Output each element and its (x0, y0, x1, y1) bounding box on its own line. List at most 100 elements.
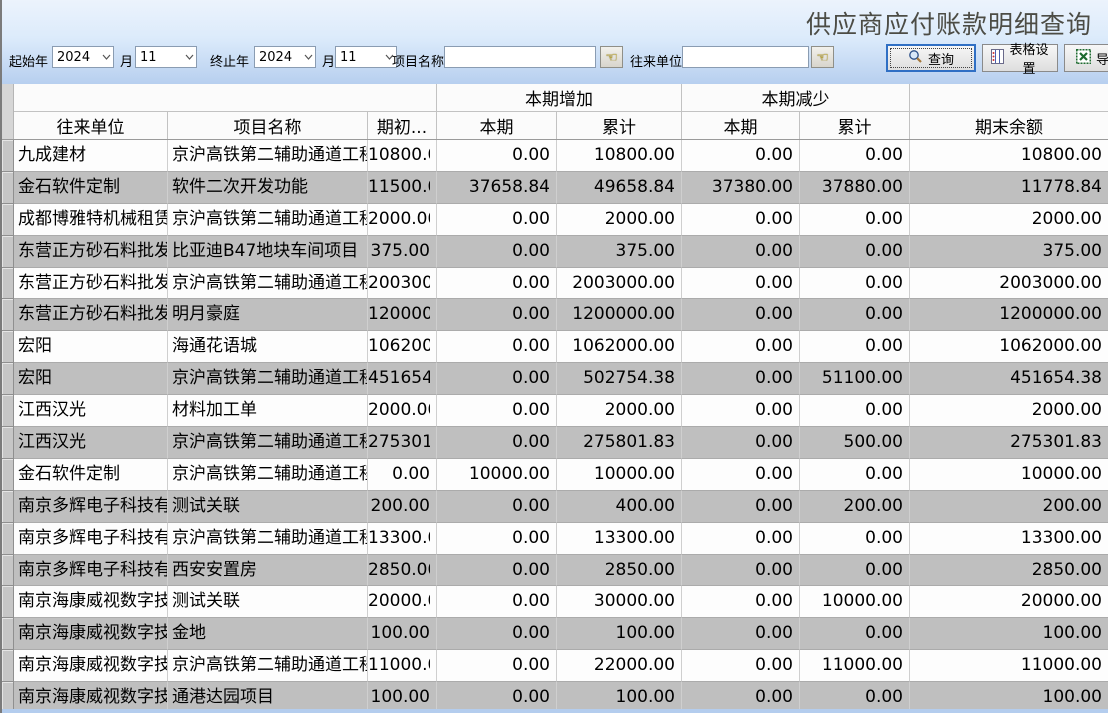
increase-period-cell: 0.00 (437, 299, 557, 331)
decrease-total-cell: 0.00 (800, 523, 910, 555)
table-row[interactable]: 南京多辉电子科技有限西安安置房2850.000.002850.000.000.0… (2, 555, 1108, 587)
increase-total-cell: 10800.00 (557, 140, 682, 172)
table-row[interactable]: 南京多辉电子科技有限测试关联200.000.00400.000.00200.00… (2, 491, 1108, 523)
row-header-cell[interactable] (2, 204, 14, 236)
vendor-cell: 宏阳 (14, 331, 168, 363)
row-header-cell[interactable] (2, 650, 14, 682)
opening-balance-cell: 2003000.00 (368, 268, 437, 300)
increase-period-cell: 0.00 (437, 427, 557, 459)
vendor-label: 往来单位 (630, 51, 682, 70)
start-month-select[interactable]: 11 (135, 46, 197, 68)
project-cell: 京沪高铁第二辅助通道工程 (168, 204, 368, 236)
table-row[interactable]: 东营正方砂石料批发明月豪庭1200000.000.001200000.000.0… (2, 299, 1108, 331)
closing-balance-cell: 451654.38 (910, 363, 1108, 395)
row-header-cell[interactable] (2, 140, 14, 172)
decrease-period-cell: 0.00 (682, 459, 800, 491)
table-row[interactable]: 南京海康威视数字技术测试关联20000.000.0030000.000.0010… (2, 586, 1108, 618)
decrease-period-cell: 0.00 (682, 523, 800, 555)
row-header-cell[interactable] (2, 395, 14, 427)
table-row[interactable]: 江西汉光京沪高铁第二辅助通道工程275301.830.00275801.830.… (2, 427, 1108, 459)
row-header-cell[interactable] (2, 299, 14, 331)
vendor-cell: 东营正方砂石料批发 (14, 268, 168, 300)
column-header-inc-total[interactable]: 累计 (557, 112, 682, 140)
table-row[interactable]: 东营正方砂石料批发比亚迪B47地块车间项目375.000.00375.000.0… (2, 236, 1108, 268)
increase-period-cell: 0.00 (437, 236, 557, 268)
increase-period-cell: 37658.84 (437, 172, 557, 204)
vendor-cell: 南京多辉电子科技有限 (14, 555, 168, 587)
row-header-cell[interactable] (2, 331, 14, 363)
table-row[interactable]: 江西汉光材料加工单2000.000.002000.000.000.002000.… (2, 395, 1108, 427)
end-year-select[interactable]: 2024 (254, 46, 316, 68)
row-header-cell[interactable] (2, 586, 14, 618)
column-header-dec-period[interactable]: 本期 (682, 112, 800, 140)
project-cell: 京沪高铁第二辅助通道工程 (168, 268, 368, 300)
project-cell: 京沪高铁第二辅助通道工程 (168, 140, 368, 172)
increase-total-cell: 1200000.00 (557, 299, 682, 331)
closing-balance-cell: 100.00 (910, 618, 1108, 650)
decrease-period-cell: 0.00 (682, 363, 800, 395)
increase-total-cell: 502754.38 (557, 363, 682, 395)
opening-balance-cell: 1062000.00 (368, 331, 437, 363)
table-row[interactable]: 金石软件定制软件二次开发功能11500.0037658.8449658.8437… (2, 172, 1108, 204)
vendor-cell: 金石软件定制 (14, 459, 168, 491)
table-row[interactable]: 宏阳京沪高铁第二辅助通道工程451654.380.00502754.380.00… (2, 363, 1108, 395)
payables-table: 本期增加 本期减少 往来单位 项目名称 期初... 本期 累计 本期 累计 期末… (2, 84, 1108, 713)
decrease-period-cell: 0.00 (682, 268, 800, 300)
start-year-select[interactable]: 2024 (52, 46, 114, 68)
header-spacer-left (14, 84, 437, 112)
decrease-total-cell: 0.00 (800, 618, 910, 650)
export-button[interactable]: 导出 (1064, 44, 1108, 72)
table-settings-button[interactable]: 表格设置 (982, 44, 1058, 72)
increase-total-cell: 49658.84 (557, 172, 682, 204)
opening-balance-cell: 10800.00 (368, 140, 437, 172)
row-header-cell[interactable] (2, 236, 14, 268)
opening-balance-cell: 1200000.00 (368, 299, 437, 331)
row-header-cell[interactable] (2, 618, 14, 650)
closing-balance-cell: 2000.00 (910, 395, 1108, 427)
project-cell: 比亚迪B47地块车间项目 (168, 236, 368, 268)
table-row[interactable]: 金石软件定制京沪高铁第二辅助通道工程0.0010000.0010000.000.… (2, 459, 1108, 491)
magnifier-icon (908, 49, 923, 68)
end-month-select[interactable]: 11 (335, 46, 397, 68)
opening-balance-cell: 20000.00 (368, 586, 437, 618)
column-header-inc-period[interactable]: 本期 (437, 112, 557, 140)
closing-balance-cell: 275301.83 (910, 427, 1108, 459)
column-header-vendor[interactable]: 往来单位 (14, 112, 168, 140)
table-row[interactable]: 东营正方砂石料批发京沪高铁第二辅助通道工程2003000.000.0020030… (2, 268, 1108, 300)
opening-balance-cell: 2850.00 (368, 555, 437, 587)
decrease-total-cell: 0.00 (800, 204, 910, 236)
column-header-opening[interactable]: 期初... (368, 112, 437, 140)
row-header-cell[interactable] (2, 523, 14, 555)
table-row[interactable]: 成都博雅特机械租赁京沪高铁第二辅助通道工程2000.000.002000.000… (2, 204, 1108, 236)
increase-total-cell: 2850.00 (557, 555, 682, 587)
vendor-cell: 南京海康威视数字技术 (14, 586, 168, 618)
column-header-project[interactable]: 项目名称 (168, 112, 368, 140)
table-row[interactable]: 南京海康威视数字技术京沪高铁第二辅助通道工程11000.000.0022000.… (2, 650, 1108, 682)
table-row[interactable]: 九成建材京沪高铁第二辅助通道工程10800.000.0010800.000.00… (2, 140, 1108, 172)
decrease-period-cell: 0.00 (682, 140, 800, 172)
row-header-cell[interactable] (2, 459, 14, 491)
decrease-total-cell: 11000.00 (800, 650, 910, 682)
row-header-cell[interactable] (2, 268, 14, 300)
row-header-cell[interactable] (2, 491, 14, 523)
decrease-total-cell: 51100.00 (800, 363, 910, 395)
vendor-lookup-button[interactable]: ☜ (811, 46, 834, 68)
table-row[interactable]: 南京海康威视数字技术金地100.000.00100.000.000.00100.… (2, 618, 1108, 650)
vendor-cell: 成都博雅特机械租赁 (14, 204, 168, 236)
column-header-closing[interactable]: 期末余额 (910, 112, 1108, 140)
row-header-cell[interactable] (2, 172, 14, 204)
table-row[interactable]: 宏阳海通花语城1062000.000.001062000.000.000.001… (2, 331, 1108, 363)
closing-balance-cell: 13300.00 (910, 523, 1108, 555)
query-button[interactable]: 查询 (886, 44, 976, 72)
decrease-total-cell: 0.00 (800, 299, 910, 331)
table-row[interactable]: 南京多辉电子科技有限京沪高铁第二辅助通道工程13300.000.0013300.… (2, 523, 1108, 555)
project-lookup-button[interactable]: ☜ (600, 46, 623, 68)
row-header-cell[interactable] (2, 427, 14, 459)
column-header-dec-total[interactable]: 累计 (800, 112, 910, 140)
vendor-input[interactable] (682, 46, 809, 68)
project-name-input[interactable] (444, 46, 596, 68)
table-body: 九成建材京沪高铁第二辅助通道工程10800.000.0010800.000.00… (2, 140, 1108, 713)
project-cell: 材料加工单 (168, 395, 368, 427)
row-header-cell[interactable] (2, 363, 14, 395)
row-header-cell[interactable] (2, 555, 14, 587)
